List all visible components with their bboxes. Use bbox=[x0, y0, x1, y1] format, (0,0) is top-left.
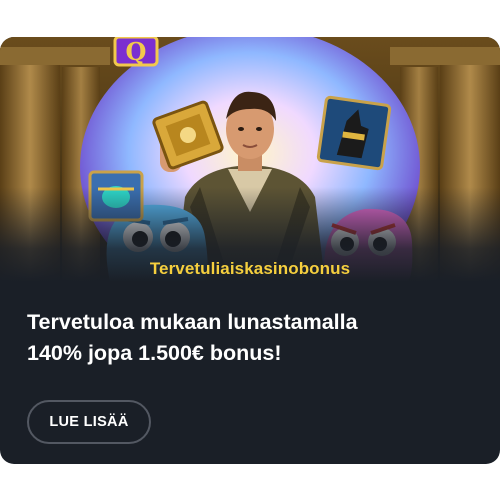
bonus-category-label: Tervetuliaiskasinobonus bbox=[149, 259, 351, 278]
promo-headline: Tervetuloa mukaan lunastamalla 140% jopa… bbox=[27, 307, 467, 369]
hero-banner: Q bbox=[0, 37, 500, 282]
q-symbol-icon: Q bbox=[113, 37, 159, 67]
promo-card[interactable]: Q Tervetuliaiskasinobonus Tervetuloa muk… bbox=[0, 37, 500, 464]
anubis-symbol-icon bbox=[316, 95, 392, 171]
headline-line-2: 140% jopa 1.500€ bonus! bbox=[27, 341, 282, 365]
read-more-button[interactable]: LUE LISÄÄ bbox=[27, 400, 151, 444]
headline-line-1: Tervetuloa mukaan lunastamalla bbox=[27, 310, 358, 334]
svg-text:Q: Q bbox=[126, 37, 147, 66]
